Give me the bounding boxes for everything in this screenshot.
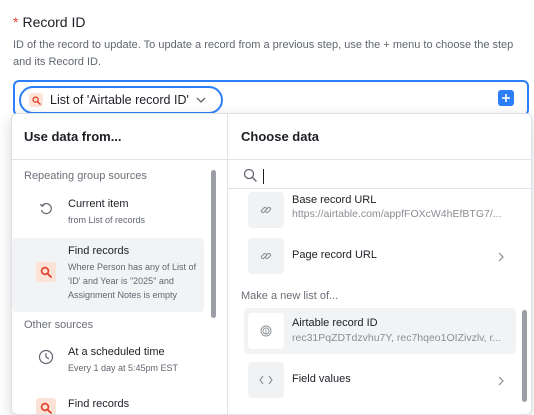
section-heading: Other sources (24, 319, 94, 331)
search-icon (36, 398, 56, 414)
source-item-subtitle: Where Person has any of List of 'ID' and… (68, 262, 197, 300)
source-item-find-records[interactable]: Find records Where Person has any of Lis… (12, 238, 204, 312)
chevron-down-icon[interactable] (196, 97, 206, 103)
chevron-right-icon (498, 373, 504, 391)
field-label: * Record ID (13, 14, 85, 30)
section-heading: Repeating group sources (24, 170, 147, 182)
data-item-title: Airtable record ID (292, 317, 378, 329)
data-item-subtitle: rec31PqZDTdzvhu7Y, rec7hqeo1OIZivzlv, r.… (292, 332, 502, 344)
token-label: List of 'Airtable record ID' (50, 93, 189, 107)
source-item-title: Find records (68, 245, 130, 257)
field-help-text: ID of the record to update. To update a … (13, 39, 514, 68)
sources-panel: Use data from... Repeating group sources… (12, 114, 228, 414)
input-token-pill[interactable]: List of 'Airtable record ID' (19, 86, 223, 114)
data-item-page-record-url[interactable]: Page record URL (244, 236, 516, 276)
clock-icon (38, 349, 54, 365)
code-brackets-icon (248, 362, 284, 398)
link-icon (248, 238, 284, 274)
data-search-field[interactable] (228, 161, 531, 189)
data-picker-popover: Use data from... Repeating group sources… (11, 113, 532, 415)
source-item-subtitle: Every 1 day at 5:45pm EST (68, 363, 179, 373)
text-cursor (263, 169, 264, 184)
search-icon (243, 168, 257, 187)
chevron-right-icon (498, 249, 504, 267)
source-item-title: Current item (68, 198, 129, 210)
source-item-scheduled-time[interactable]: At a scheduled time Every 1 day at 5:45p… (12, 342, 204, 380)
loop-icon (38, 201, 54, 217)
new-list-heading: Make a new list of... (241, 290, 339, 302)
link-icon (248, 192, 284, 228)
search-icon (36, 262, 56, 282)
choose-data-title: Choose data (228, 114, 531, 160)
fingerprint-icon (248, 313, 284, 349)
sources-panel-title: Use data from... (12, 114, 227, 160)
search-icon (29, 93, 43, 107)
data-item-airtable-record-id[interactable]: Airtable record ID rec31PqZDTdzvhu7Y, re… (244, 308, 516, 354)
source-item-find-records-2[interactable]: Find records (12, 394, 204, 414)
field-label-text: Record ID (22, 14, 86, 30)
data-item-field-values[interactable]: Field values (244, 360, 516, 400)
required-marker: * (13, 14, 19, 30)
choose-data-panel: Choose data Base record URL https://airt… (228, 114, 531, 414)
data-item-subtitle: https://airtable.com/appfFOXcW4hEfBTG7/.… (292, 208, 502, 220)
source-item-title: At a scheduled time (68, 346, 165, 358)
data-item-title: Field values (292, 373, 351, 385)
data-item-title: Base record URL (292, 194, 377, 206)
add-data-button[interactable] (498, 90, 514, 106)
source-item-subtitle: from List of records (68, 215, 146, 225)
sources-scrollbar[interactable] (211, 170, 216, 318)
source-item-current-item[interactable]: Current item from List of records (12, 194, 204, 232)
source-item-title: Find records (68, 398, 130, 410)
data-item-title: Page record URL (292, 249, 377, 261)
data-item-base-record-url[interactable]: Base record URL https://airtable.com/app… (244, 190, 516, 230)
choose-data-scrollbar[interactable] (522, 310, 527, 402)
plus-icon (502, 94, 510, 102)
